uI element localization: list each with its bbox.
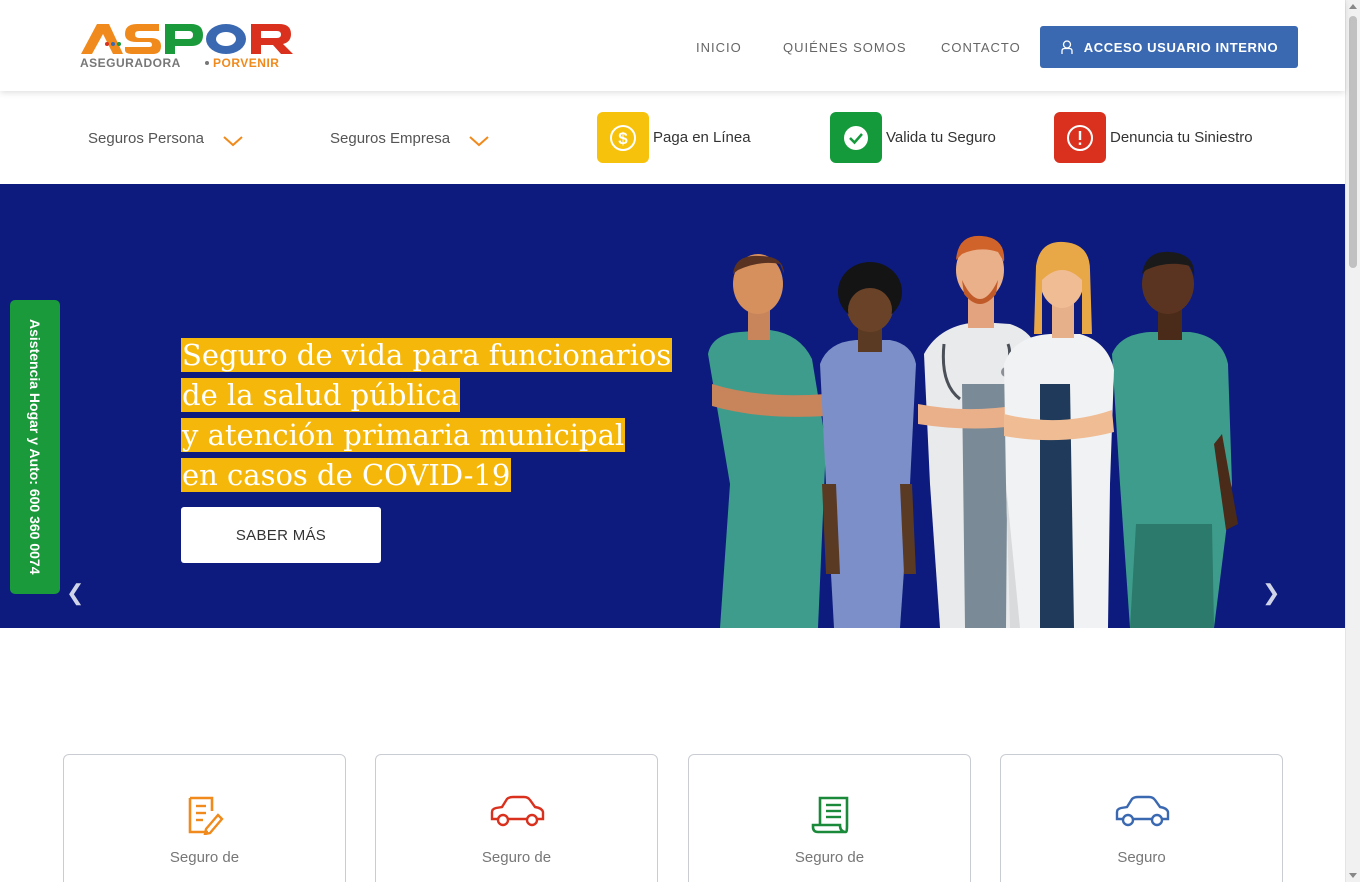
assistance-side-tab[interactable]: Asistencia Hogar y Auto: 600 360 0074 xyxy=(10,300,60,594)
hero-title: Seguro de vida para funcionarios de la s… xyxy=(181,335,681,495)
top-header: ASEGURADORA PORVENIR INICIO QUIÉNES SOMO… xyxy=(0,0,1345,91)
chevron-down-icon xyxy=(469,136,489,147)
quick-link-denuncia-siniestro[interactable]: Denuncia tu Siniestro xyxy=(1054,112,1253,163)
insurance-card[interactable]: Seguro xyxy=(1000,754,1283,882)
dollar-icon: $ xyxy=(597,112,649,163)
card-label: Seguro de xyxy=(794,849,865,866)
scroll-up-arrow-icon[interactable] xyxy=(1349,4,1357,9)
card-label: Seguro xyxy=(1117,849,1166,866)
hero-title-line-4: en casos de COVID-19 xyxy=(181,458,512,492)
dropdown-label: Seguros Persona xyxy=(88,129,204,147)
logo-tagline-right: PORVENIR xyxy=(213,56,279,70)
quick-link-label: Denuncia tu Siniestro xyxy=(1110,129,1253,146)
dropdown-seguros-empresa[interactable]: Seguros Empresa xyxy=(330,128,490,148)
nav-inicio[interactable]: INICIO xyxy=(696,40,742,55)
card-label: Seguro de xyxy=(169,849,240,866)
card-label: Seguro de xyxy=(481,849,552,866)
access-internal-user-button[interactable]: ACCESO USUARIO INTERNO xyxy=(1040,26,1298,68)
page-scrollbar[interactable] xyxy=(1345,0,1360,882)
carousel-prev-arrow-icon[interactable]: ❮ xyxy=(66,580,84,606)
quick-link-label: Valida tu Seguro xyxy=(886,129,996,146)
access-button-label: ACCESO USUARIO INTERNO xyxy=(1083,39,1279,55)
aspor-logo[interactable]: ASEGURADORA PORVENIR xyxy=(79,20,309,72)
check-icon xyxy=(830,112,882,163)
scrollbar-thumb[interactable] xyxy=(1349,16,1357,268)
user-icon xyxy=(1061,39,1073,54)
car-icon xyxy=(488,795,546,834)
scroll-icon xyxy=(810,795,850,840)
chevron-down-icon xyxy=(223,136,243,147)
carousel-next-arrow-icon[interactable]: ❯ xyxy=(1262,580,1280,606)
nav-contacto[interactable]: CONTACTO xyxy=(941,40,1021,55)
assistance-tab-label: Asistencia Hogar y Auto: 600 360 0074 xyxy=(27,319,43,575)
dropdown-seguros-persona[interactable]: Seguros Persona xyxy=(88,128,244,148)
document-edit-icon xyxy=(186,795,224,840)
dropdown-label: Seguros Empresa xyxy=(330,129,451,147)
car-icon xyxy=(1113,795,1171,834)
insurance-card[interactable]: Seguro de xyxy=(688,754,971,882)
quick-link-paga-en-linea[interactable]: $ Paga en Línea xyxy=(597,112,751,163)
logo-tagline-left: ASEGURADORA xyxy=(80,56,181,70)
hero-title-line-1: Seguro de vida para funcionarios xyxy=(181,338,673,372)
hero-title-line-3: y atención primaria municipal xyxy=(181,418,626,452)
saber-mas-button[interactable]: SABER MÁS xyxy=(181,507,381,563)
scroll-down-arrow-icon[interactable] xyxy=(1349,873,1357,878)
insurance-card[interactable]: Seguro de xyxy=(375,754,658,882)
hero-title-line-2: de la salud pública xyxy=(181,378,460,412)
nav-quienes-somos[interactable]: QUIÉNES SOMOS xyxy=(783,40,907,55)
quick-link-valida-seguro[interactable]: Valida tu Seguro xyxy=(830,112,996,163)
quick-link-label: Paga en Línea xyxy=(653,129,751,146)
alert-icon xyxy=(1054,112,1106,163)
svg-text:$: $ xyxy=(618,129,628,148)
insurance-card[interactable]: Seguro de xyxy=(63,754,346,882)
